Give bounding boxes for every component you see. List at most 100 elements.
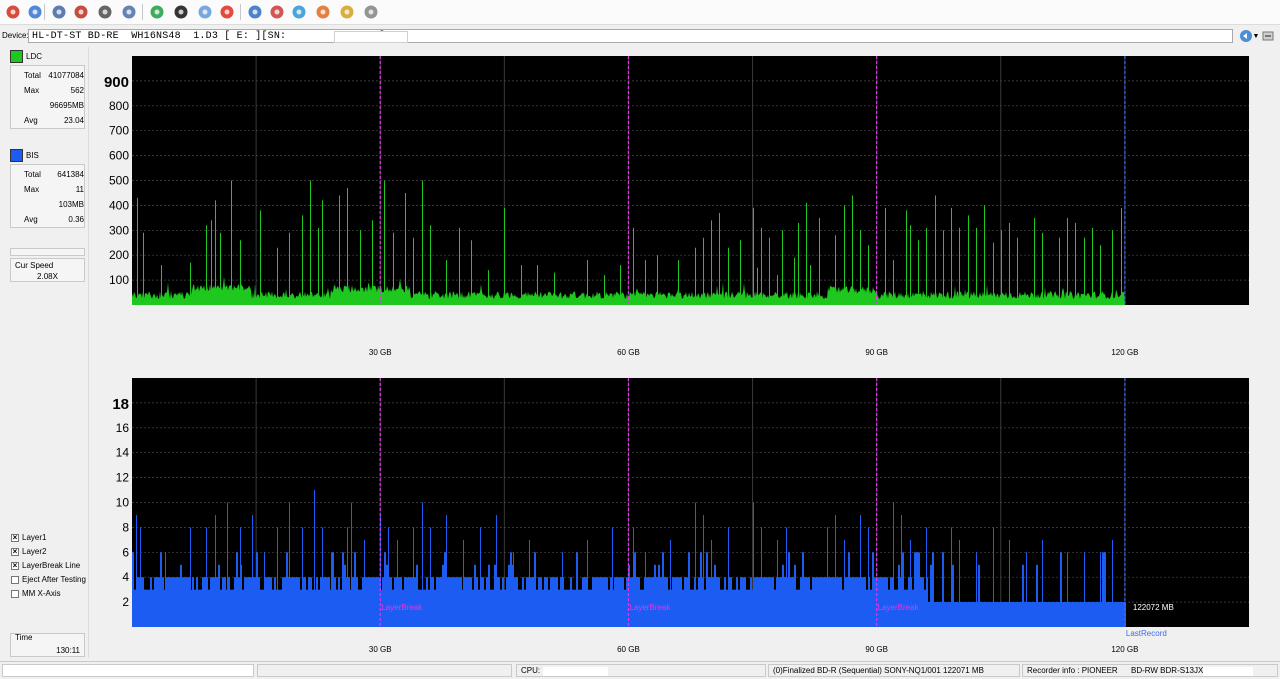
time-value: 130:11	[56, 646, 80, 655]
option-label: LayerBreak Line	[22, 561, 81, 570]
y-tick-label: 100	[109, 273, 129, 287]
device-select[interactable]: HL-DT-ST BD-RE WH16NS48 1.D3 [ E: ][SN: …	[28, 29, 1259, 43]
x-tick-label: 90 GB	[865, 348, 888, 357]
recorder-field	[1203, 667, 1253, 676]
ldc-max-label: Max	[24, 86, 40, 95]
y-tick-label: 800	[109, 99, 129, 113]
x-tick-label: 90 GB	[865, 645, 888, 654]
sidebar: LDC Total 41077084 Max 562 96695MB Avg 2…	[0, 47, 89, 658]
cpu-segment: CPU:	[516, 664, 766, 677]
y-tick-label: 600	[109, 149, 129, 163]
bis-label: BIS	[26, 151, 39, 160]
ldc-avg-label: Avg	[24, 116, 38, 125]
start-test-icon[interactable]	[172, 3, 190, 21]
bis-max-value: 11	[75, 185, 84, 194]
bis-avg-value: 0.36	[68, 215, 84, 224]
checkbox[interactable]	[11, 590, 19, 598]
stop-icon[interactable]	[218, 3, 236, 21]
x-tick-label: 60 GB	[617, 645, 640, 654]
y-tick-label: 500	[109, 174, 129, 188]
x-tick-label: 30 GB	[369, 645, 392, 654]
erase-icon[interactable]	[268, 3, 286, 21]
y-tick-label: 8	[122, 520, 129, 534]
y-tick-label: 400	[109, 198, 129, 212]
drive-info-icon[interactable]	[50, 3, 68, 21]
y-tick-label: 200	[109, 248, 129, 262]
ldc-total-label: Total	[24, 71, 41, 80]
x-tick-label: 120 GB	[1111, 645, 1138, 654]
y-tick-label: 12	[116, 471, 130, 485]
option-label: Eject After Testing	[22, 575, 86, 584]
ldc-size-value: 96695MB	[49, 101, 84, 110]
device-info-icon[interactable]	[1239, 29, 1253, 43]
ldc-total-value: 41077084	[48, 71, 84, 80]
bis-max-label: Max	[24, 185, 40, 194]
checkbox[interactable]: ×	[11, 562, 19, 570]
bis-avg-label: Avg	[24, 215, 38, 224]
speed-panel: Cur Speed 2.08X	[10, 258, 85, 282]
y-tick-label: 700	[109, 124, 129, 138]
bis-size-value: 103MB	[58, 200, 84, 209]
disc-icon[interactable]	[246, 3, 264, 21]
device-eject-icon[interactable]	[1261, 29, 1275, 43]
x-tick-label: 60 GB	[617, 348, 640, 357]
layer-break-label: LayerBreak	[629, 603, 671, 612]
speed-value: 2.08X	[37, 272, 58, 281]
checkbox[interactable]: ×	[11, 548, 19, 556]
checkbox[interactable]: ×	[11, 534, 19, 542]
device-label: Device:	[2, 31, 29, 40]
disc-info-segment: (0)Finalized BD-R (Sequential) SONY-NQ1/…	[768, 664, 1020, 677]
chart-icon[interactable]	[338, 3, 356, 21]
option-label: Layer1	[22, 533, 47, 542]
x-tick-label: 30 GB	[369, 348, 392, 357]
last-record-label: LastRecord	[1126, 629, 1167, 638]
toolbar-separator	[44, 4, 45, 20]
bis-total-label: Total	[24, 170, 41, 179]
power-icon[interactable]	[4, 3, 22, 21]
toolbar-separator	[240, 4, 241, 20]
recorder-segment: Recorder info : PIONEER BD-RW BDR-S13JX	[1022, 664, 1278, 677]
status-message-field	[2, 664, 254, 677]
y-tick-label: 14	[116, 446, 130, 460]
y-tick-label: 6	[122, 545, 129, 559]
device-value: HL-DT-ST BD-RE WH16NS48 1.D3 [ E: ][SN: …	[32, 31, 386, 42]
layer-break-label: LayerBreak	[381, 603, 423, 612]
ldc-chart: 100 200 300 400 500 600 700 800 900 30 GB 60 GB 90 …	[104, 56, 1249, 357]
device-row: Device: HL-DT-ST BD-RE WH16NS48 1.D3 [ E…	[0, 26, 1280, 46]
y-tick-label: 18	[112, 396, 129, 413]
y-tick-label: 16	[116, 421, 130, 435]
bis-total-value: 641384	[57, 170, 84, 179]
ldc-avg-value: 23.04	[63, 116, 84, 125]
disc-burn-icon[interactable]	[72, 3, 90, 21]
scan-icon[interactable]	[196, 3, 214, 21]
bis-chart: 2 4 6 8 10 12 14 16 18 LayerBreak LayerBreak LayerB…	[112, 378, 1249, 654]
drive-icon[interactable]	[96, 3, 114, 21]
option-label: Layer2	[22, 547, 47, 556]
burn-icon[interactable]	[314, 3, 332, 21]
recorder-model: BD-RW BDR-S13JX	[1131, 666, 1204, 675]
status-bar: CPU: (0)Finalized BD-R (Sequential) SONY…	[0, 661, 1280, 679]
eject-icon[interactable]	[362, 3, 380, 21]
layer-break-label: LayerBreak	[878, 603, 920, 612]
settings-disc-icon[interactable]	[26, 3, 44, 21]
options-list: × Layer1 × Layer2 × LayerBreak Line Eject Afte…	[0, 533, 88, 603]
refresh-icon[interactable]	[148, 3, 166, 21]
cpu-meter	[543, 667, 608, 676]
checkbox[interactable]	[11, 576, 19, 584]
ldc-color-swatch[interactable]	[10, 50, 23, 63]
recorder-label: Recorder info : PIONEER	[1027, 666, 1118, 675]
end-size-label: 122072 MB	[1133, 603, 1174, 612]
save-icon[interactable]	[290, 3, 308, 21]
option-label: MM X-Axis	[22, 589, 61, 598]
y-tick-label: 4	[122, 570, 129, 584]
ldc-stats-panel: Total 41077084 Max 562 96695MB Avg 23.04	[10, 65, 85, 129]
ldc-label: LDC	[26, 52, 43, 61]
y-tick-label: 300	[109, 223, 129, 237]
time-label: Time	[15, 633, 33, 642]
ldc-max-value: 562	[70, 86, 84, 95]
copy-icon[interactable]	[120, 3, 138, 21]
time-panel: Time 130:11	[10, 633, 85, 657]
y-tick-label: 900	[104, 74, 129, 91]
disc-info: (0)Finalized BD-R (Sequential) SONY-NQ1/…	[773, 666, 984, 675]
bis-color-swatch[interactable]	[10, 149, 23, 162]
